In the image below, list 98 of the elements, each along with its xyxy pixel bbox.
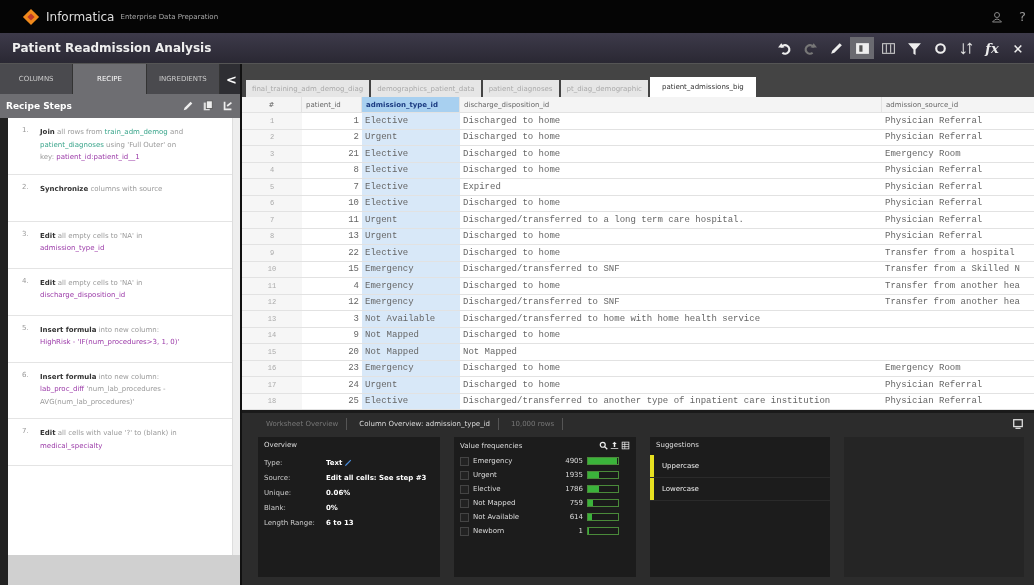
table-cell-text: 8 xyxy=(352,164,360,178)
monitor-icon[interactable] xyxy=(1012,418,1024,430)
table-cell-text: 9 xyxy=(352,329,360,343)
sort-icon xyxy=(958,40,974,56)
table-cell-text: Discharged to home xyxy=(462,197,562,211)
table-cell-text: Discharged/transferred to SNF xyxy=(462,296,621,310)
logo-icon xyxy=(22,7,40,26)
frequency-bar xyxy=(587,513,619,521)
recipe-title: Recipe Steps xyxy=(6,101,72,111)
edit-icon[interactable] xyxy=(182,100,194,112)
redo-icon xyxy=(802,40,818,56)
table-cell-text: 20 xyxy=(347,345,360,359)
table-cell-text: 25 xyxy=(347,395,360,409)
table-cell-text: Physician Referral xyxy=(884,395,984,409)
table-cell-text: Discharged to home xyxy=(462,378,562,392)
table-cell-text: Discharged to home xyxy=(462,329,562,343)
table-cell-text: Discharged/transferred to home with home health service xyxy=(462,312,762,326)
checkbox[interactable] xyxy=(460,526,469,536)
panel-icon xyxy=(854,40,870,56)
table-cell-text: Emergency Room xyxy=(884,362,962,376)
table-cell: Not Mapped xyxy=(362,344,460,360)
table-cell-text: Physician Referral xyxy=(884,131,984,145)
search-icon[interactable] xyxy=(599,441,608,450)
table-cell-text: 2 xyxy=(352,131,360,145)
copy-icon[interactable] xyxy=(202,100,214,112)
table-cell-text: 11 xyxy=(347,213,360,227)
checkbox[interactable] xyxy=(460,512,469,522)
table-cell-text: Discharged to home xyxy=(462,279,562,293)
export-icon[interactable] xyxy=(610,441,619,450)
table-cell: Urgent xyxy=(362,212,460,228)
frequency-bar xyxy=(587,527,619,535)
formula-button[interactable]: fx xyxy=(980,37,1004,59)
table-cell-text: Transfer from a Skilled N xyxy=(884,263,1022,277)
table-cell-text: 12 xyxy=(347,296,360,310)
table-cell-text: Physician Referral xyxy=(884,230,984,244)
table-cell-text: 10 xyxy=(347,197,360,211)
checkbox[interactable] xyxy=(460,456,469,466)
frequency-bar xyxy=(587,485,619,493)
table-cell-text: Transfer from another hea xyxy=(884,296,1022,310)
table-cell-text: Physician Referral xyxy=(884,164,984,178)
checkbox[interactable] xyxy=(460,470,469,480)
table-cell-text: 23 xyxy=(347,362,360,376)
pencil-icon xyxy=(828,40,844,56)
scrollbar[interactable] xyxy=(232,118,240,555)
table-icon[interactable] xyxy=(621,441,630,450)
collapse-button[interactable]: < xyxy=(220,64,240,94)
table-cell-text: Discharged to home xyxy=(462,246,562,260)
help-link[interactable]: ? xyxy=(1019,9,1026,24)
table-cell: Elective xyxy=(362,179,460,195)
table-cell-text: 1 xyxy=(352,114,360,128)
table-cell-text: Physician Referral xyxy=(884,180,984,194)
table-cell: Not Available xyxy=(362,311,460,327)
table-cell-text: 3 xyxy=(352,312,360,326)
table-cell-text: Expired xyxy=(462,180,502,194)
table-cell-text: 24 xyxy=(347,378,360,392)
pencil-icon[interactable] xyxy=(344,458,353,467)
table-cell-text: Discharged/transferred to a long term care hospital. xyxy=(462,213,745,227)
circle-icon xyxy=(932,40,948,56)
table-cell-text: 7 xyxy=(352,180,360,194)
table-cell-text: Physician Referral xyxy=(884,114,984,128)
table-cell: Elective xyxy=(362,113,460,129)
table-cell-text: Discharged to home xyxy=(462,147,562,161)
table-cell-text: Not Mapped xyxy=(462,345,518,359)
table-cell-text: Transfer from a hospital xyxy=(884,246,1016,260)
table-cell-text: Discharged to home xyxy=(462,114,562,128)
table-cell-text: 22 xyxy=(347,246,360,260)
table-cell-text: Physician Referral xyxy=(884,378,984,392)
view-button[interactable] xyxy=(850,37,874,59)
table-cell: Elective xyxy=(362,146,460,162)
table-cell-text: Physician Referral xyxy=(884,197,984,211)
frequency-bar xyxy=(587,499,619,507)
app-name: Informatica xyxy=(46,9,115,24)
user-icon[interactable] xyxy=(991,10,1004,23)
table-cell-text: Discharged to home xyxy=(462,362,562,376)
undo-icon xyxy=(776,40,792,56)
table-cell: Urgent xyxy=(362,377,460,393)
table-cell: Emergency xyxy=(362,278,460,294)
table-cell-text: Physician Referral xyxy=(884,213,984,227)
table-cell-text: 4 xyxy=(352,279,360,293)
table-cell-text: Transfer from another hea xyxy=(884,279,1022,293)
table-cell: Elective xyxy=(362,245,460,261)
table-cell-text: Discharged/transferred to another type of inpatient care institution xyxy=(462,395,832,409)
frequency-bar xyxy=(587,457,619,465)
table-cell-text: 15 xyxy=(347,263,360,277)
table-cell-text: Discharged to home xyxy=(462,131,562,145)
checkbox[interactable] xyxy=(460,484,469,494)
table-cell-text: Discharged to home xyxy=(462,164,562,178)
checkbox[interactable] xyxy=(460,498,469,508)
table-cell-text: 21 xyxy=(347,147,360,161)
table-cell-text: Discharged to home xyxy=(462,230,562,244)
frequency-bar xyxy=(587,471,619,479)
close-button[interactable]: × xyxy=(1006,37,1030,59)
columns-icon xyxy=(880,40,896,56)
project-title: Patient Readmission Analysis xyxy=(12,41,212,55)
filter-icon xyxy=(906,40,922,56)
table-cell-text: Emergency Room xyxy=(884,147,962,161)
table-cell-text: 13 xyxy=(347,230,360,244)
table-cell-text: Discharged/transferred to SNF xyxy=(462,263,621,277)
